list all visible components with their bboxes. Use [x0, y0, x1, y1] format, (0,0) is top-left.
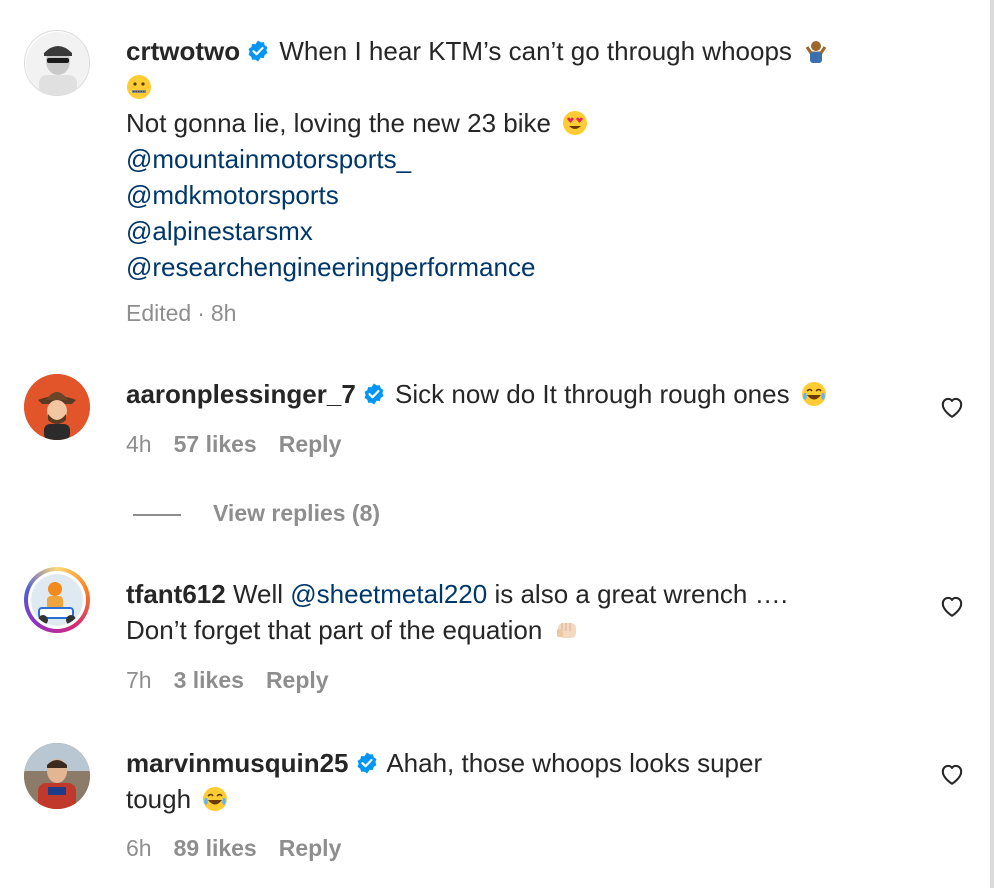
username[interactable]: tfant612 [126, 579, 226, 609]
comment-text: Well [232, 579, 284, 609]
heart-eyes-emoji [563, 111, 588, 135]
mention-link[interactable]: @mountainmotorsports_ [126, 141, 910, 177]
timestamp[interactable]: 7h [126, 667, 152, 694]
comment-text: Ahah, those whoops looks super [386, 748, 763, 778]
man-shrugging-emoji [805, 41, 827, 63]
view-replies-button[interactable]: View replies (8) [133, 500, 380, 527]
likes-count[interactable]: 89 likes [174, 835, 257, 862]
likes-count[interactable]: 57 likes [174, 431, 257, 458]
username[interactable]: crtwotwo [126, 36, 240, 66]
page-edge [990, 0, 994, 888]
mention-link[interactable]: @researchengineeringperformance [126, 249, 910, 285]
reply-button[interactable]: Reply [279, 835, 342, 862]
timestamp[interactable]: 6h [126, 835, 152, 862]
username[interactable]: aaronplessinger_7 [126, 379, 356, 409]
comment-text: tough [126, 784, 192, 814]
heart-icon[interactable] [939, 761, 965, 787]
edited-label: Edited [126, 300, 192, 326]
timestamp[interactable]: 4h [126, 431, 152, 458]
meta-separator: · [197, 300, 205, 326]
mention-link[interactable]: @mdkmotorsports [126, 177, 910, 213]
tears-of-joy-emoji [801, 382, 826, 406]
heart-icon[interactable] [939, 593, 965, 619]
avatar[interactable] [24, 30, 90, 96]
view-replies-label: View replies (8) [213, 500, 381, 526]
comment-text: is also a great wrench …. [494, 579, 788, 609]
comment-text: Sick now do It through rough ones [395, 379, 790, 409]
avatar[interactable] [24, 374, 90, 440]
comment-text: When I hear KTM’s can’t go through whoop… [279, 36, 792, 66]
reply-button[interactable]: Reply [266, 667, 329, 694]
verified-badge-icon [357, 752, 376, 774]
likes-count[interactable]: 3 likes [174, 667, 244, 694]
mention-link[interactable]: @sheetmetal220 [290, 579, 487, 609]
fist-bump-emoji [556, 623, 576, 638]
zipper-mouth-emoji [127, 75, 151, 99]
verified-badge-icon [364, 383, 384, 405]
heart-icon[interactable] [939, 394, 965, 420]
username[interactable]: marvinmusquin25 [126, 748, 349, 778]
divider-line [133, 513, 181, 516]
avatar[interactable] [24, 743, 90, 809]
comment-text: Not gonna lie, loving the new 23 bike [126, 108, 551, 138]
timestamp[interactable]: 8h [211, 300, 237, 327]
comment-text: Don’t forget that part of the equation [126, 615, 543, 645]
comment-meta: 7h 3 likes Reply [126, 667, 351, 694]
tears-of-joy-emoji [203, 787, 228, 811]
mention-link[interactable]: @alpinestarsmx [126, 213, 910, 249]
comment-meta: 4h 57 likes Reply [126, 431, 363, 458]
comment-meta: 6h 89 likes Reply [126, 835, 363, 862]
avatar[interactable] [24, 567, 90, 633]
comment-meta: Edited · 8h [126, 300, 258, 327]
verified-badge-icon [248, 40, 268, 62]
reply-button[interactable]: Reply [279, 431, 342, 458]
